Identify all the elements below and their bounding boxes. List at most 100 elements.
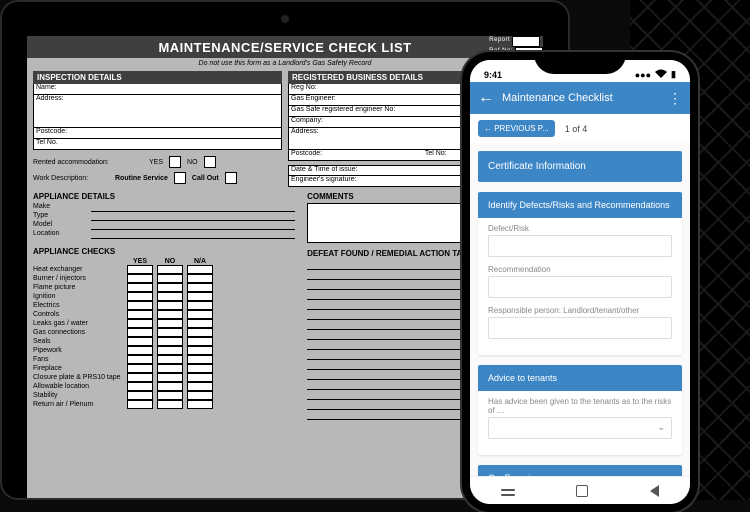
check-yes-box[interactable] (127, 274, 153, 283)
previous-button[interactable]: ← PREVIOUS P... (478, 120, 555, 137)
check-row: Allowable location (33, 382, 295, 391)
check-no-box[interactable] (157, 292, 183, 301)
check-row: Ignition (33, 292, 295, 301)
advice-q1-label: Has advice been given to the tenants as … (488, 397, 672, 415)
no-label: NO (187, 159, 198, 166)
home-icon[interactable] (576, 485, 588, 497)
responsible-label: Responsible person: Landlord/tenant/othe… (488, 306, 672, 315)
check-no-box[interactable] (157, 391, 183, 400)
appl-model-field[interactable] (91, 221, 295, 230)
check-no-box[interactable] (157, 382, 183, 391)
routine-label: Routine Service (115, 175, 168, 182)
check-yes-box[interactable] (127, 283, 153, 292)
check-na-box[interactable] (187, 382, 213, 391)
check-yes-box[interactable] (127, 391, 153, 400)
check-na-box[interactable] (187, 292, 213, 301)
check-na-box[interactable] (187, 346, 213, 355)
check-label: Electrics (33, 302, 125, 309)
check-row: Stability (33, 391, 295, 400)
check-label: Fireplace (33, 365, 125, 372)
check-na-box[interactable] (187, 283, 213, 292)
appliance-heading: APPLIANCE DETAILS (33, 192, 295, 201)
check-yes-box[interactable] (127, 346, 153, 355)
check-na-box[interactable] (187, 400, 213, 409)
inspection-name[interactable]: Name: (33, 84, 282, 95)
check-row: Fans (33, 355, 295, 364)
check-na-box[interactable] (187, 328, 213, 337)
wifi-icon (655, 69, 667, 80)
appl-location-field[interactable] (91, 230, 295, 239)
inspection-address[interactable]: Address: (33, 95, 282, 128)
recommendation-input[interactable] (488, 276, 672, 298)
inspection-tel[interactable]: Tel No. (33, 139, 282, 150)
check-yes-box[interactable] (127, 301, 153, 310)
certificate-info-card[interactable]: Certificate Information (478, 151, 682, 182)
check-row: Electrics (33, 301, 295, 310)
check-yes-box[interactable] (127, 328, 153, 337)
check-na-box[interactable] (187, 265, 213, 274)
check-no-box[interactable] (157, 265, 183, 274)
recent-apps-icon[interactable] (501, 486, 515, 496)
defect-risk-label: Defect/Risk (488, 224, 672, 233)
callout-checkbox[interactable] (225, 172, 237, 184)
check-yes-box[interactable] (127, 355, 153, 364)
inspection-heading: INSPECTION DETAILS (33, 71, 282, 84)
topbar-title: Maintenance Checklist (502, 92, 613, 104)
check-no-box[interactable] (157, 301, 183, 310)
check-na-box[interactable] (187, 355, 213, 364)
check-yes-box[interactable] (127, 310, 153, 319)
check-yes-box[interactable] (127, 337, 153, 346)
back-nav-icon[interactable] (650, 485, 659, 497)
check-label: Fans (33, 356, 125, 363)
back-icon[interactable]: ← (478, 89, 494, 107)
check-na-box[interactable] (187, 337, 213, 346)
rented-no-checkbox[interactable] (204, 156, 216, 168)
check-yes-box[interactable] (127, 292, 153, 301)
report-field[interactable] (512, 36, 540, 47)
check-no-box[interactable] (157, 274, 183, 283)
check-yes-box[interactable] (127, 265, 153, 274)
check-no-box[interactable] (157, 355, 183, 364)
check-label: Seals (33, 338, 125, 345)
check-na-box[interactable] (187, 310, 213, 319)
check-na-box[interactable] (187, 301, 213, 310)
routine-checkbox[interactable] (174, 172, 186, 184)
check-yes-box[interactable] (127, 382, 153, 391)
defect-risk-input[interactable] (488, 235, 672, 257)
check-no-box[interactable] (157, 373, 183, 382)
more-icon[interactable]: ⋮ (668, 90, 682, 107)
report-label: Report (487, 36, 512, 47)
check-no-box[interactable] (157, 346, 183, 355)
inspection-postcode[interactable]: Postcode: (33, 128, 282, 139)
check-row: Flame picture (33, 283, 295, 292)
responsible-input[interactable] (488, 317, 672, 339)
check-no-box[interactable] (157, 400, 183, 409)
check-yes-box[interactable] (127, 319, 153, 328)
pager: ← PREVIOUS P... 1 of 4 (470, 114, 690, 143)
check-yes-box[interactable] (127, 400, 153, 409)
check-no-box[interactable] (157, 328, 183, 337)
check-yes-box[interactable] (127, 364, 153, 373)
check-na-box[interactable] (187, 373, 213, 382)
form-title-bar: MAINTENANCE/SERVICE CHECK LIST Report Re… (27, 36, 543, 58)
check-na-box[interactable] (187, 319, 213, 328)
appl-type: Type (33, 212, 91, 221)
appl-type-field[interactable] (91, 212, 295, 221)
check-no-box[interactable] (157, 283, 183, 292)
check-na-box[interactable] (187, 274, 213, 283)
yes-label: YES (149, 159, 163, 166)
check-row: Pipework (33, 346, 295, 355)
appl-make-field[interactable] (91, 203, 295, 212)
check-label: Closure plate & PRS10 tape (33, 374, 125, 381)
tablet-camera-icon (281, 15, 289, 23)
check-no-box[interactable] (157, 319, 183, 328)
check-no-box[interactable] (157, 310, 183, 319)
check-label: Pipework (33, 347, 125, 354)
check-na-box[interactable] (187, 364, 213, 373)
check-na-box[interactable] (187, 391, 213, 400)
advice-q1-select[interactable]: ⌄ (488, 417, 672, 439)
check-no-box[interactable] (157, 364, 183, 373)
check-yes-box[interactable] (127, 373, 153, 382)
rented-yes-checkbox[interactable] (169, 156, 181, 168)
check-no-box[interactable] (157, 337, 183, 346)
